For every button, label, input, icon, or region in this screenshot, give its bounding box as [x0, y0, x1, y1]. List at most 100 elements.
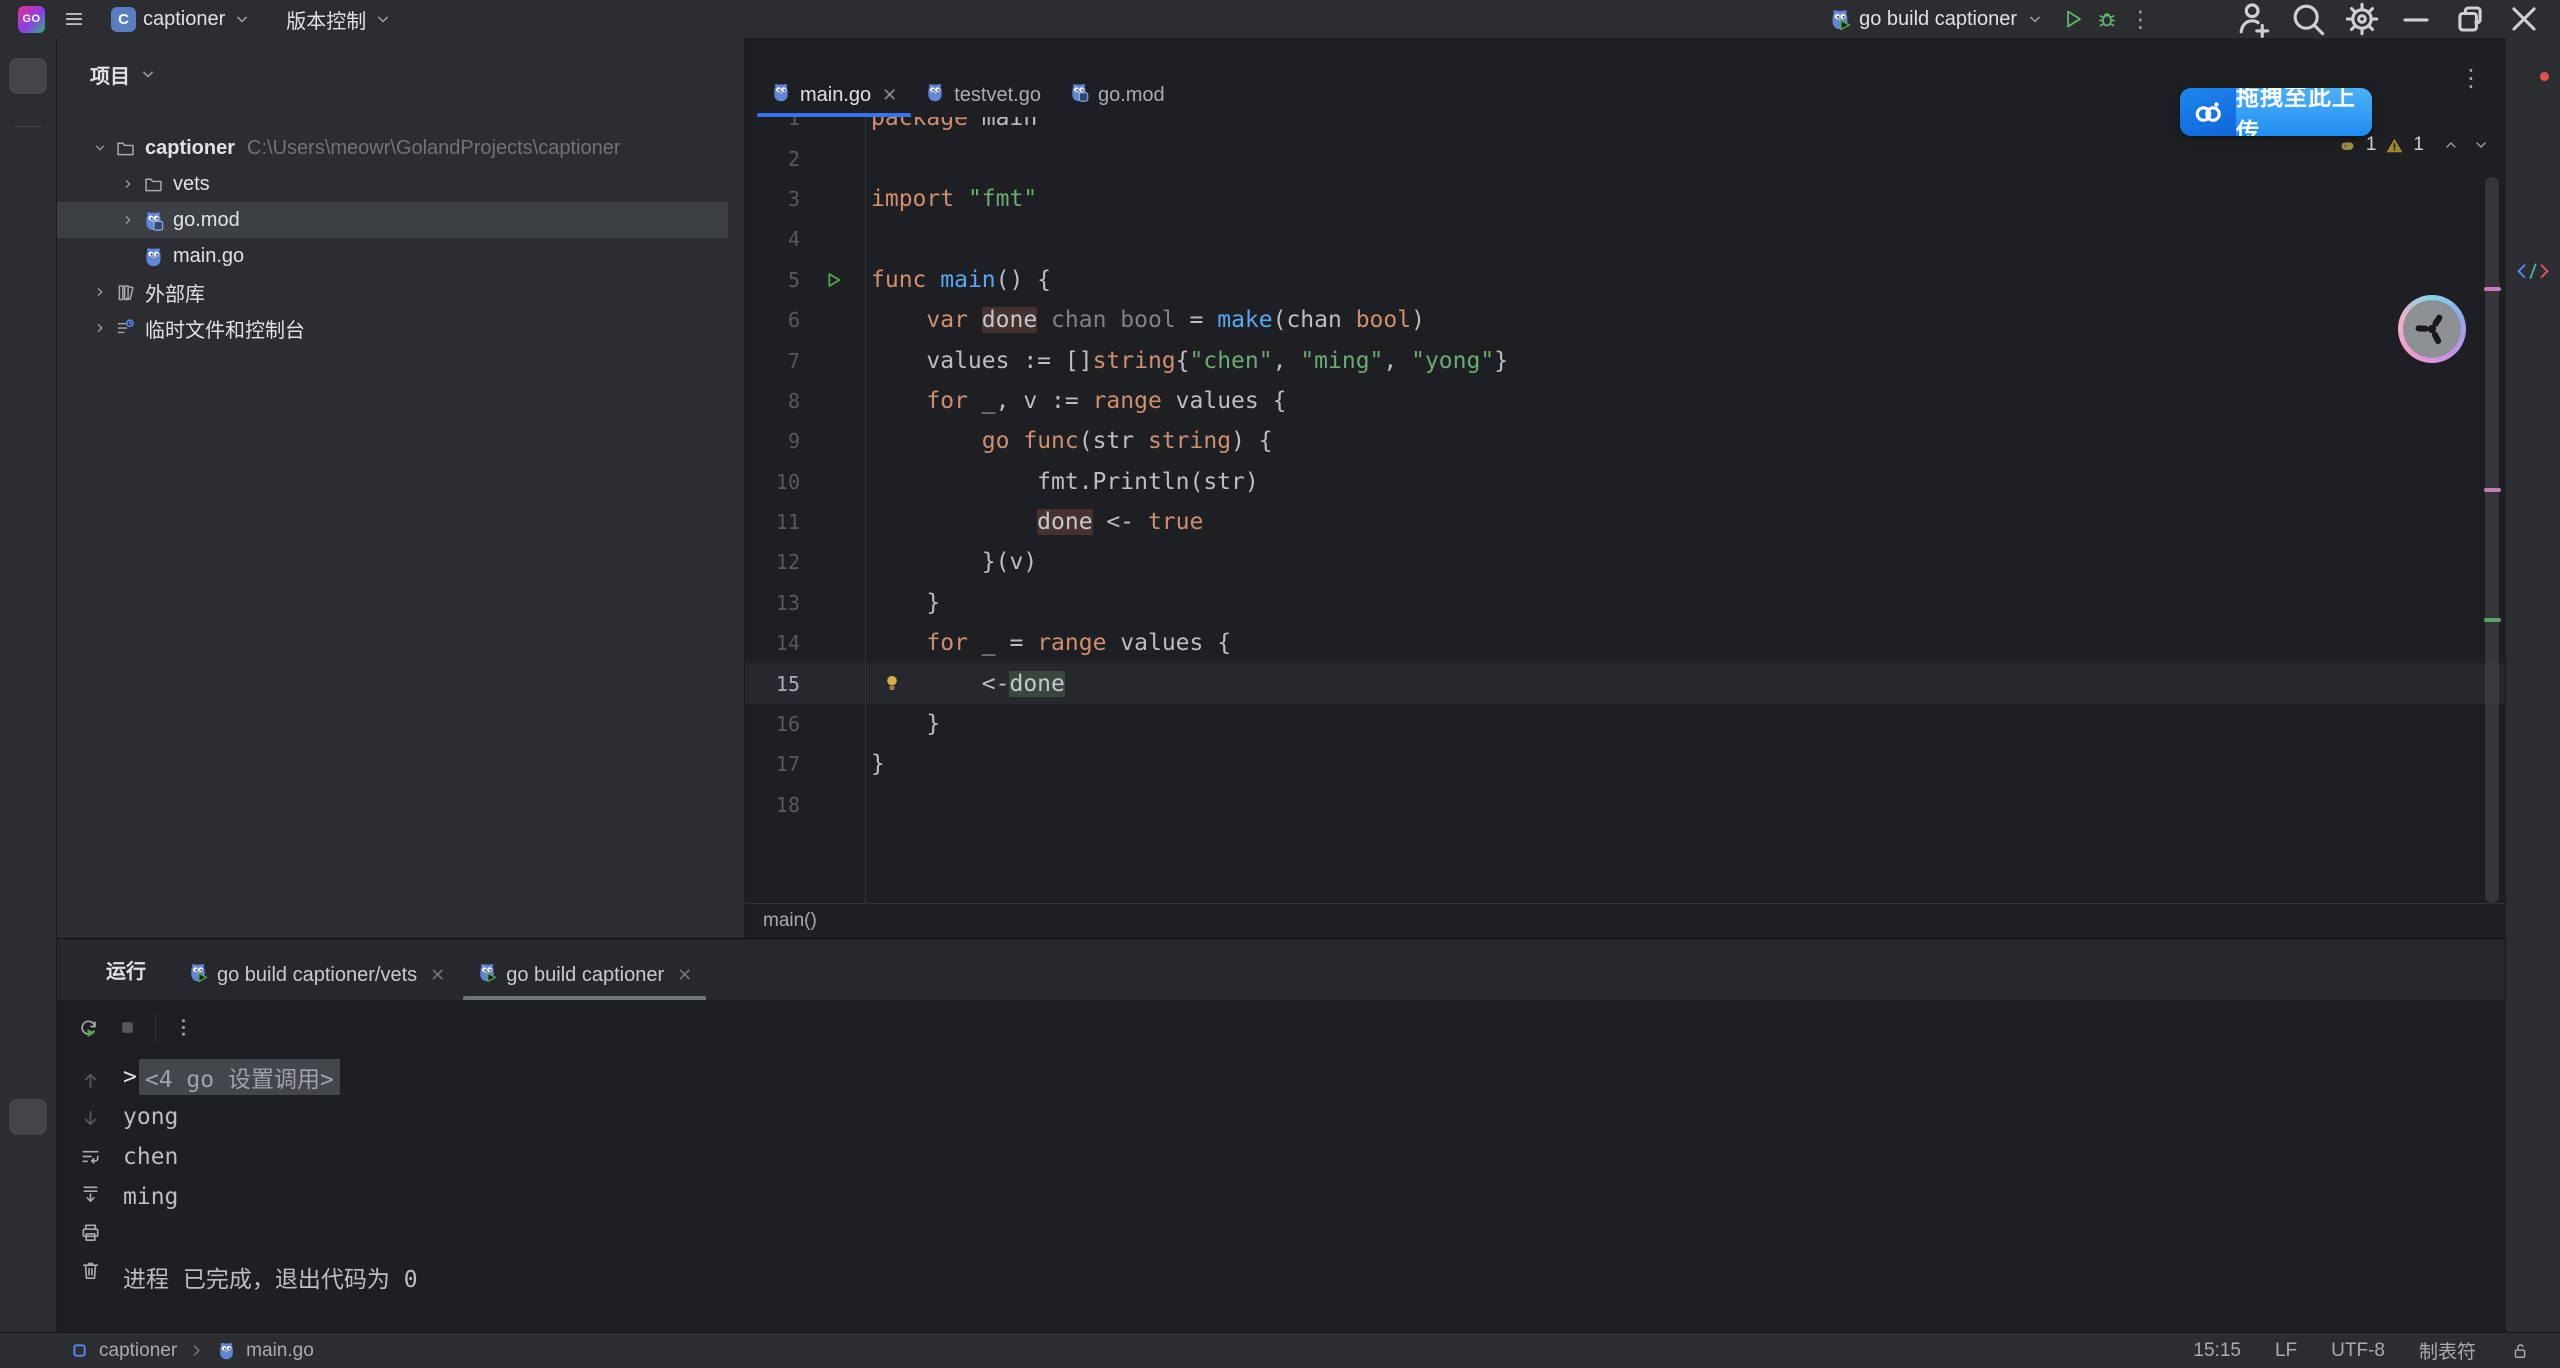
- tool-strip-button-problems-tool[interactable]: [9, 1217, 47, 1253]
- intention-bulb-icon[interactable]: [881, 672, 903, 694]
- breadcrumb[interactable]: main(): [745, 903, 2505, 938]
- tool-strip-button-database[interactable]: [2514, 194, 2552, 230]
- project-widget[interactable]: C captioner: [103, 2, 260, 37]
- code-line-12[interactable]: 12 }(v): [745, 542, 2505, 582]
- breadcrumb-function[interactable]: main(): [763, 910, 817, 932]
- chevron-right-icon[interactable]: [120, 176, 136, 192]
- editor-scrollbar[interactable]: [2485, 177, 2499, 903]
- more-actions-icon[interactable]: ⋮: [2129, 8, 2152, 31]
- code-line-6[interactable]: 6 var done chan bool = make(chan bool): [745, 300, 2505, 340]
- clear-icon[interactable]: [79, 1259, 102, 1282]
- code-line-13[interactable]: 13 }: [745, 583, 2505, 623]
- tree-item-vets[interactable]: vets: [57, 166, 744, 202]
- restore-button[interactable]: [2448, 2, 2492, 36]
- run-button[interactable]: [2061, 7, 2085, 31]
- unlock-icon[interactable]: [2510, 1341, 2530, 1361]
- tool-strip-button-run-tool[interactable]: [9, 1099, 47, 1135]
- tree-item-go.mod[interactable]: go.mod: [57, 202, 744, 238]
- tool-strip-button-notifications[interactable]: [2514, 70, 2552, 106]
- previous-problem-icon[interactable]: [2443, 137, 2459, 153]
- arrow-up-icon[interactable]: [79, 1069, 102, 1092]
- close-tab-icon[interactable]: ✕: [677, 965, 692, 986]
- minimize-button[interactable]: [2394, 2, 2438, 36]
- close-tab-icon[interactable]: ✕: [882, 85, 897, 106]
- code-line-5[interactable]: 5func main() {: [745, 260, 2505, 300]
- code-with-me-icon[interactable]: [2232, 2, 2276, 36]
- indent-style[interactable]: 制表符: [2419, 1337, 2476, 1364]
- close-button[interactable]: [2502, 2, 2546, 36]
- console-toolbar: [57, 1055, 123, 1332]
- chevron-down-icon: [2025, 9, 2045, 29]
- code-line-17[interactable]: 17}: [745, 744, 2505, 784]
- more-options-icon[interactable]: [172, 1016, 195, 1039]
- editor-options-icon[interactable]: ⋮: [2459, 64, 2483, 93]
- overlay-app-logo[interactable]: [2398, 295, 2466, 363]
- editor-tab-testvet.go[interactable]: testvet.go: [911, 73, 1055, 117]
- search-everywhere-icon[interactable]: [2286, 2, 2330, 36]
- code-line-11[interactable]: 11 done <- true: [745, 502, 2505, 542]
- code-line-7[interactable]: 7 values := []string{"chen", "ming", "yo…: [745, 340, 2505, 380]
- goland-window: GO C captioner 版本控制 go build captioner ⋮: [0, 0, 2560, 1368]
- code-line-18[interactable]: 18: [745, 785, 2505, 825]
- line-separator[interactable]: LF: [2275, 1340, 2297, 1362]
- chevron-right-icon[interactable]: [120, 212, 136, 228]
- chevron-down-icon[interactable]: [92, 140, 108, 156]
- close-tab-icon[interactable]: ✕: [430, 965, 445, 986]
- tool-strip-button-ai-assistant[interactable]: [2514, 132, 2552, 168]
- tree-item-captioner[interactable]: captionerC:\Users\meowr\GolandProjects\c…: [57, 130, 744, 166]
- console-text: yong: [123, 1104, 178, 1130]
- run-tab-go-build-captioner-vets[interactable]: go build captioner/vets✕: [172, 950, 461, 1000]
- code-editor[interactable]: 1package main23import "fmt"45func main()…: [745, 117, 2505, 903]
- status-project[interactable]: captioner: [99, 1340, 177, 1362]
- rerun-icon[interactable]: [77, 1016, 100, 1039]
- chevron-right-icon[interactable]: [92, 284, 108, 300]
- editor-tab-main.go[interactable]: main.go✕: [757, 73, 911, 117]
- tool-strip-button-version-control-tool[interactable]: [9, 1276, 47, 1312]
- code-line-9[interactable]: 9 go func(str string) {: [745, 421, 2505, 461]
- main-menu-icon[interactable]: [63, 8, 85, 30]
- run-configuration-widget[interactable]: go build captioner: [1823, 4, 2051, 35]
- code-line-8[interactable]: 8 for _, v := range values {: [745, 381, 2505, 421]
- code-text: package main: [871, 117, 1037, 131]
- tree-item-[interactable]: 临时文件和控制台: [57, 310, 744, 346]
- tool-strip-button-folder-tool[interactable]: [9, 58, 47, 94]
- next-problem-icon[interactable]: [2473, 137, 2489, 153]
- fold-chevron-icon[interactable]: >: [123, 1064, 137, 1090]
- debug-button[interactable]: [2095, 7, 2119, 31]
- file-encoding[interactable]: UTF-8: [2331, 1340, 2385, 1362]
- console-output[interactable]: ><4 go 设置调用>yongchenming进程 已完成，退出代码为 0: [123, 1055, 2505, 1332]
- tool-strip-button-endpoints[interactable]: [2514, 256, 2552, 292]
- editor-tab-go.mod[interactable]: go.mod: [1055, 73, 1179, 117]
- code-line-2[interactable]: 2: [745, 138, 2505, 178]
- tree-item-main.go[interactable]: main.go: [57, 238, 744, 274]
- status-file[interactable]: main.go: [246, 1340, 314, 1362]
- tool-strip-button-terminal-tool[interactable]: [9, 1158, 47, 1194]
- arrow-down-icon[interactable]: [79, 1107, 102, 1130]
- tool-strip-button-structure-tool[interactable]: [9, 159, 47, 195]
- tree-item-[interactable]: 外部库: [57, 274, 744, 310]
- code-line-14[interactable]: 14 for _ = range values {: [745, 623, 2505, 663]
- code-line-16[interactable]: 16 }: [745, 704, 2505, 744]
- code-line-4[interactable]: 4: [745, 219, 2505, 259]
- tree-item-label: go.mod: [173, 209, 240, 232]
- vcs-widget[interactable]: 版本控制: [278, 0, 401, 39]
- scroll-to-end-icon[interactable]: [79, 1183, 102, 1206]
- code-line-15[interactable]: 15 <-done: [745, 663, 2505, 703]
- code-line-3[interactable]: 3import "fmt": [745, 179, 2505, 219]
- chevron-right-icon[interactable]: [92, 320, 108, 336]
- run-line-icon[interactable]: [800, 269, 865, 291]
- line-number: 7: [745, 349, 800, 373]
- soft-wrap-icon[interactable]: [79, 1145, 102, 1168]
- print-icon[interactable]: [79, 1221, 102, 1244]
- settings-gear-icon[interactable]: [2340, 2, 2384, 36]
- caret-position[interactable]: 15:15: [2193, 1340, 2241, 1362]
- inspections-widget[interactable]: 1 1: [2338, 134, 2489, 156]
- tool-strip-button-more-tools[interactable]: [9, 217, 47, 253]
- stop-icon[interactable]: [116, 1016, 139, 1039]
- project-panel-title[interactable]: 项目: [90, 60, 130, 89]
- run-tab-go-build-captioner[interactable]: go build captioner✕: [461, 950, 708, 1000]
- upload-drop-button[interactable]: 拖拽至此上传: [2180, 88, 2372, 136]
- folded-command[interactable]: <4 go 设置调用>: [139, 1059, 340, 1095]
- code-line-10[interactable]: 10 fmt.Println(str): [745, 462, 2505, 502]
- tool-strip-button-services-tool[interactable]: [9, 1040, 47, 1076]
